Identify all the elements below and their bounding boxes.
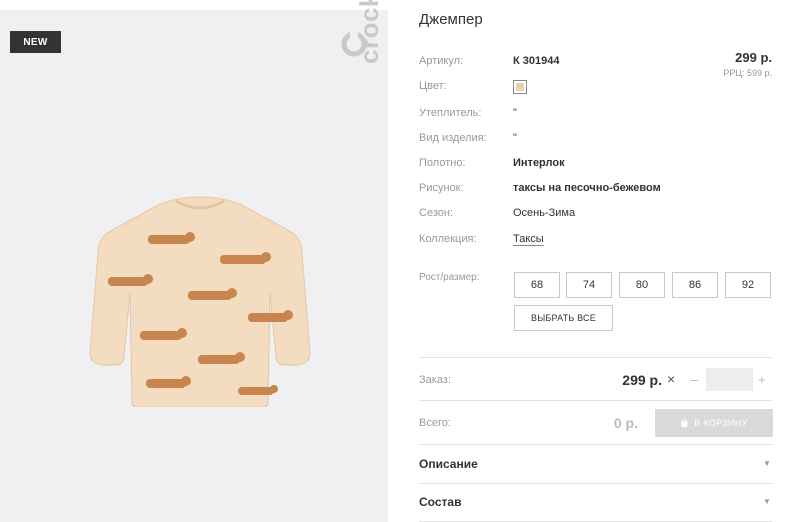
quantity-input[interactable]	[706, 368, 753, 391]
divider	[419, 483, 772, 484]
color-swatch-fill	[516, 83, 524, 91]
product-type-value: "	[513, 132, 517, 144]
quantity-increase-button[interactable]: +	[758, 372, 766, 387]
divider	[419, 400, 772, 401]
brand-logo: crockid	[334, 0, 384, 164]
season-value: Осень-Зима	[513, 207, 576, 219]
sku-label: Артикул:	[419, 55, 464, 67]
new-badge: NEW	[10, 31, 61, 53]
insulation-label: Утеплитель:	[419, 107, 482, 119]
color-swatch[interactable]	[513, 80, 527, 94]
total-value: 0 р.	[613, 415, 638, 431]
add-to-cart-label: В КОРЗИНУ	[694, 418, 748, 428]
divider	[419, 444, 772, 445]
size-option-92[interactable]: 92	[725, 272, 771, 298]
chevron-down-icon[interactable]: ▼	[763, 459, 771, 468]
season-label: Сезон:	[419, 207, 453, 219]
composition-accordion[interactable]: Состав	[419, 495, 461, 509]
product-type-label: Вид изделия:	[419, 132, 487, 144]
fabric-label: Полотно:	[419, 157, 466, 169]
select-all-sizes-button[interactable]: ВЫБРАТЬ ВСЕ	[514, 305, 613, 331]
total-label: Всего:	[419, 417, 451, 429]
color-label: Цвет:	[419, 80, 447, 92]
print-value: таксы на песочно-бежевом	[513, 182, 661, 194]
size-option-86[interactable]: 86	[672, 272, 718, 298]
insulation-value: "	[513, 107, 517, 119]
product-price: 299 р.	[735, 50, 772, 65]
product-image	[89, 196, 311, 407]
recommended-price: РРЦ: 599 р.	[723, 68, 772, 78]
sku-value: К 301944	[513, 55, 560, 67]
collection-link[interactable]: Таксы	[513, 233, 544, 245]
brand-logo-text: crockid	[354, 0, 384, 64]
print-label: Рисунок:	[419, 182, 464, 194]
quantity-decrease-button[interactable]: –	[690, 371, 698, 387]
product-photo[interactable]	[0, 10, 388, 522]
cart-icon	[681, 418, 689, 427]
size-option-74[interactable]: 74	[566, 272, 612, 298]
product-title: Джемпер	[419, 11, 483, 28]
fabric-value: Интерлок	[513, 157, 565, 169]
add-to-cart-button[interactable]: В КОРЗИНУ	[655, 409, 773, 437]
multiply-icon: ×	[667, 371, 676, 387]
size-option-80[interactable]: 80	[619, 272, 665, 298]
chevron-down-icon[interactable]: ▼	[763, 497, 771, 506]
order-price: 299 р.	[622, 372, 662, 388]
size-option-68[interactable]: 68	[514, 272, 560, 298]
description-accordion[interactable]: Описание	[419, 457, 478, 471]
collection-label: Коллекция:	[419, 233, 477, 245]
divider	[419, 357, 772, 358]
order-label: Заказ:	[419, 374, 451, 386]
size-label: Рост/размер:	[419, 272, 480, 283]
